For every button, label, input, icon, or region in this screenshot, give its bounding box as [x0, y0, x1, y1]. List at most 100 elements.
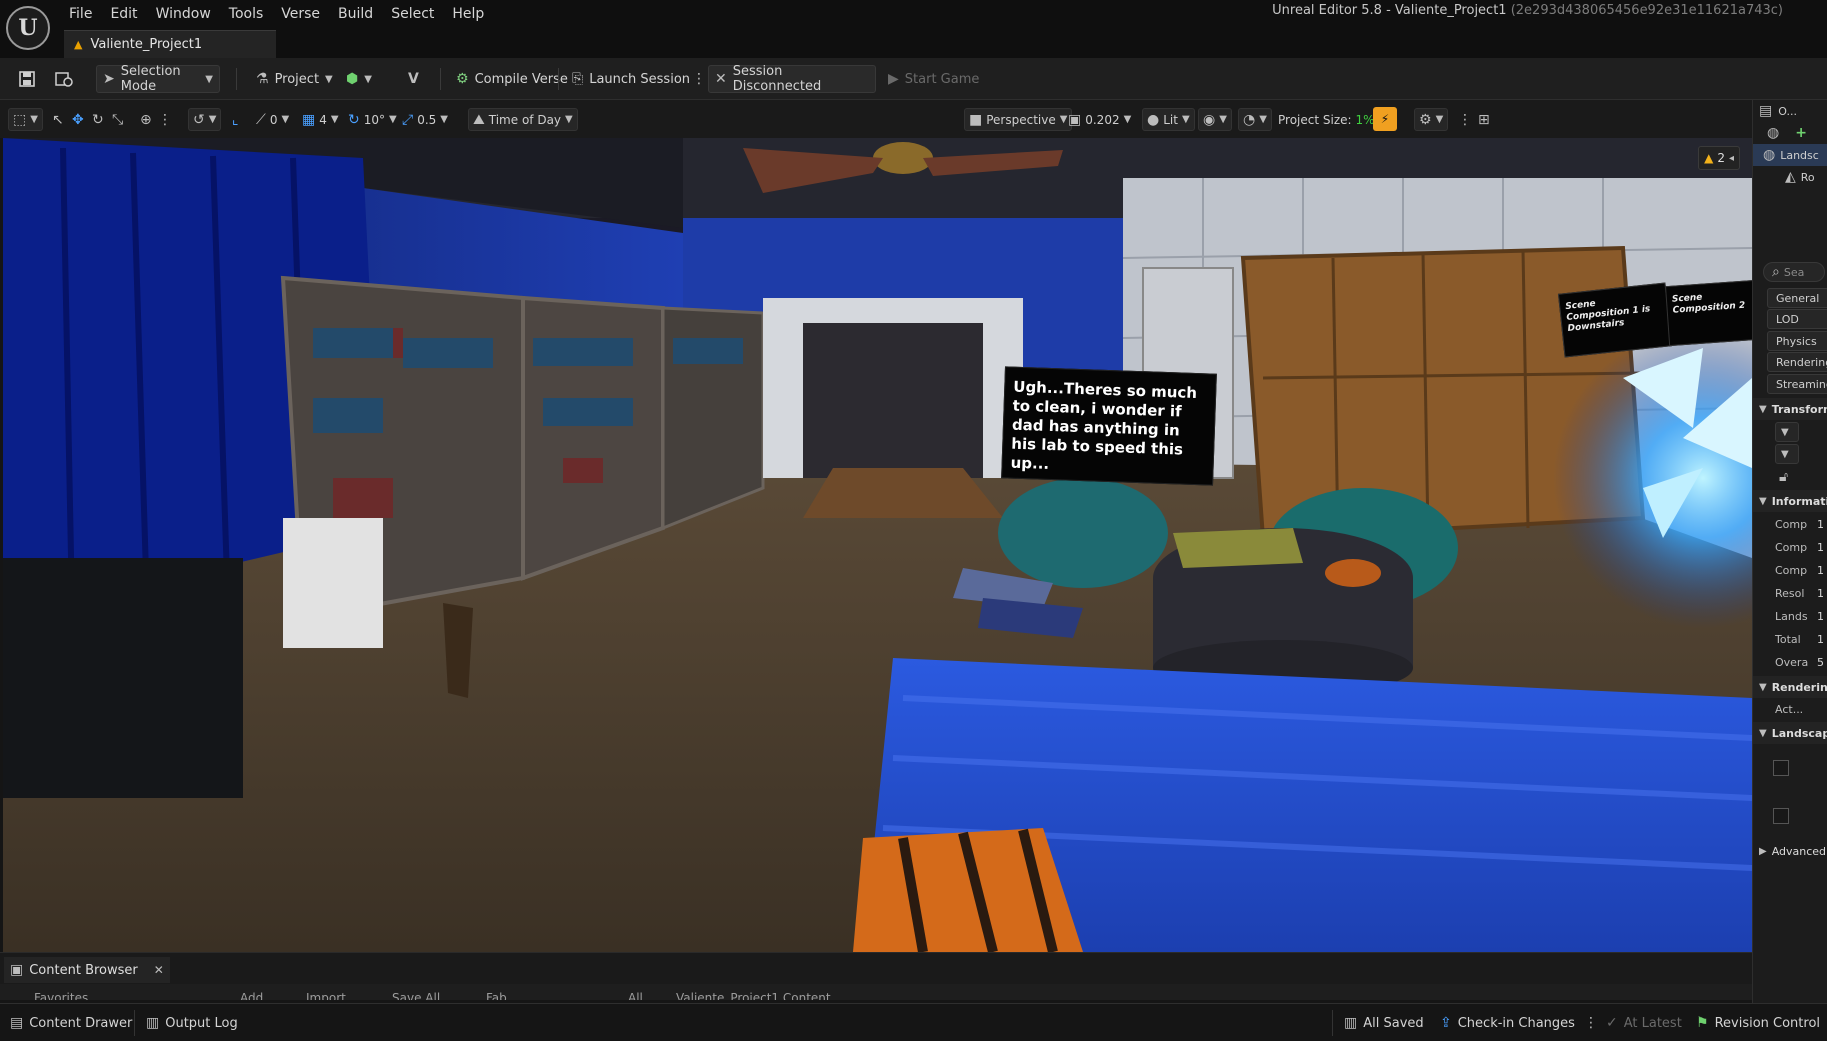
- surface-snap-toggle[interactable]: ⌞: [228, 108, 243, 131]
- outliner-tab[interactable]: ▤ O...: [1753, 100, 1827, 122]
- add-button[interactable]: Add: [240, 991, 263, 1000]
- section-landscape[interactable]: ▼ Landscap: [1753, 722, 1827, 744]
- menu-select[interactable]: Select: [382, 4, 443, 24]
- menu-tools[interactable]: Tools: [220, 4, 273, 24]
- scale-tool[interactable]: ⤡: [108, 108, 127, 131]
- grid-snap-dropdown[interactable]: ▦ 4 ▼: [298, 108, 343, 131]
- rotate-snap-dropdown[interactable]: ⟋ 0 ▼: [252, 108, 293, 131]
- dialogue-sign[interactable]: Ugh...Theres so much to clean, i wonder …: [1001, 366, 1217, 486]
- save-button[interactable]: [12, 65, 42, 93]
- surface-snap-icon: ⌞: [232, 111, 239, 128]
- info-row-value: 1: [1817, 587, 1824, 600]
- perspective-dropdown[interactable]: ■ Perspective ▼: [964, 108, 1073, 131]
- section-transform[interactable]: ▼ Transform: [1753, 398, 1827, 420]
- category-physics[interactable]: Physics: [1767, 331, 1827, 351]
- viewport-settings-dropdown[interactable]: ⚙ ▼: [1414, 108, 1449, 131]
- check-in-changes-button[interactable]: ⇪ Check-in Changes: [1436, 1012, 1579, 1034]
- menu-build[interactable]: Build: [329, 4, 382, 24]
- realtime-toggle[interactable]: ⚡: [1373, 107, 1397, 131]
- select-tool[interactable]: ↖: [48, 108, 68, 131]
- move-tool[interactable]: ✥: [68, 108, 88, 131]
- details-search-input[interactable]: ⌕ Sea: [1763, 262, 1825, 282]
- start-game-button[interactable]: ▶ Start Game: [882, 65, 985, 93]
- transform-mode-dropdown[interactable]: ⬚ ▼: [8, 108, 43, 131]
- landscape-checkbox[interactable]: [1773, 808, 1789, 824]
- world-local-toggle[interactable]: ⊕: [136, 108, 156, 131]
- surface-snap-dropdown[interactable]: ↺ ▼: [188, 108, 222, 131]
- selection-mode-dropdown[interactable]: ➤ Selection Mode ▼: [96, 64, 220, 94]
- start-game-label: Start Game: [904, 71, 980, 87]
- kebab-icon: ⋮: [692, 71, 706, 87]
- section-rendering[interactable]: ▼ Rendering: [1753, 676, 1827, 698]
- content-drawer-button[interactable]: ▤ Content Drawer: [6, 1012, 136, 1034]
- content-browser-tab[interactable]: ▣ Content Browser ✕: [4, 957, 170, 983]
- project-dropdown[interactable]: ⚗ Project ▼: [250, 65, 339, 93]
- info-row-value: 1: [1817, 633, 1824, 646]
- location-dropdown[interactable]: ▼: [1775, 422, 1799, 442]
- save-all-button[interactable]: Save All: [392, 991, 440, 1000]
- scale-snap-dropdown[interactable]: ⤢ 0.5 ▼: [398, 108, 452, 131]
- fab-button[interactable]: Fab: [486, 991, 507, 1000]
- section-advanced[interactable]: ▶ Advanced: [1753, 840, 1827, 862]
- camera-icon: ■: [969, 111, 983, 128]
- check-in-label: Check-in Changes: [1457, 1015, 1575, 1031]
- outliner-item[interactable]: ◭ Ro: [1753, 166, 1827, 188]
- chevron-down-icon: ▼: [208, 114, 217, 125]
- filter-icon[interactable]: ◍: [1767, 125, 1779, 141]
- category-rendering-label: Rendering: [1776, 355, 1827, 369]
- close-icon[interactable]: ✕: [154, 963, 164, 977]
- project-tab[interactable]: ▲ Valiente_Project1: [64, 30, 276, 58]
- unreal-logo[interactable]: U: [6, 6, 50, 50]
- show-flags-dropdown[interactable]: ◉ ▼: [1198, 108, 1232, 131]
- transform-options-button[interactable]: ⋮: [154, 108, 176, 131]
- all-saved-indicator[interactable]: ▥ All Saved: [1340, 1012, 1428, 1034]
- viewport-layout-button[interactable]: ⊞: [1474, 108, 1494, 131]
- rotate-tool[interactable]: ↻: [88, 108, 108, 131]
- chevron-down-icon: ▼: [1759, 727, 1767, 739]
- breadcrumb-project-content[interactable]: Valiente_Project1 Content: [676, 991, 831, 1000]
- menu-verse[interactable]: Verse: [272, 4, 329, 24]
- scene-composition-sign-2[interactable]: Scene Composition 2: [1665, 279, 1752, 347]
- rotation-dropdown[interactable]: ▼: [1775, 444, 1799, 464]
- add-icon[interactable]: +: [1795, 125, 1807, 141]
- title-bar: U File Edit Window Tools Verse Build Sel…: [0, 0, 1827, 58]
- session-status[interactable]: ✕ Session Disconnected: [708, 64, 876, 94]
- revision-control-button[interactable]: ⚑ Revision Control: [1692, 1012, 1824, 1034]
- category-streaming[interactable]: Streaming: [1767, 374, 1827, 394]
- camera-speed-dropdown[interactable]: ▣ 0.202 ▼: [1064, 108, 1135, 131]
- scalability-dropdown[interactable]: ◔ ▼: [1238, 108, 1272, 131]
- chevron-down-icon: ▼: [1759, 403, 1767, 415]
- landscape-checkbox[interactable]: [1773, 760, 1789, 776]
- outliner-item[interactable]: ◍ Landsc: [1753, 144, 1827, 166]
- scale-lock-toggle[interactable]: 🔓︎: [1753, 466, 1827, 488]
- view-mode-dropdown[interactable]: ● Lit ▼: [1142, 108, 1195, 131]
- gear-icon: ⚙: [1419, 111, 1432, 128]
- launch-session-button[interactable]: ⎘ Launch Session: [566, 65, 696, 93]
- browse-button[interactable]: [48, 65, 80, 93]
- output-log-button[interactable]: ▥ Output Log: [142, 1012, 242, 1034]
- time-of-day-dropdown[interactable]: ⛰ Time of Day ▼: [468, 108, 578, 131]
- menu-file[interactable]: File: [60, 4, 101, 24]
- breadcrumb-all[interactable]: All: [628, 991, 643, 1000]
- favorites-toggle[interactable]: Favorites: [34, 991, 88, 1000]
- level-viewport[interactable]: Ugh...Theres so much to clean, i wonder …: [3, 138, 1752, 952]
- section-information[interactable]: ▼ Informatic: [1753, 490, 1827, 512]
- menu-edit[interactable]: Edit: [101, 4, 146, 24]
- category-general[interactable]: General: [1767, 288, 1827, 308]
- category-rendering[interactable]: Rendering: [1767, 352, 1827, 372]
- rotation-snap-dropdown[interactable]: ↻ 10° ▼: [344, 108, 401, 131]
- verse-button[interactable]: V: [402, 65, 425, 93]
- chevron-down-icon: ▼: [330, 114, 339, 125]
- compile-verse-button[interactable]: ⚙ Compile Verse: [450, 65, 574, 93]
- add-content-dropdown[interactable]: ⬢ ▼: [340, 65, 378, 93]
- viewport-options-button[interactable]: ⋮: [1454, 108, 1476, 131]
- menu-help[interactable]: Help: [443, 4, 493, 24]
- scene-composition-sign-1[interactable]: Scene Composition 1 is Downstairs: [1557, 282, 1673, 358]
- menu-window[interactable]: Window: [147, 4, 220, 24]
- status-more-button[interactable]: ⋮: [1580, 1012, 1602, 1034]
- disconnected-icon: ✕: [715, 71, 727, 87]
- category-lod[interactable]: LOD: [1767, 309, 1827, 329]
- at-latest-indicator[interactable]: ✓ At Latest: [1602, 1012, 1686, 1034]
- viewport-warnings-button[interactable]: ▲ 2 ◂: [1698, 146, 1740, 170]
- import-button[interactable]: Import: [306, 991, 346, 1000]
